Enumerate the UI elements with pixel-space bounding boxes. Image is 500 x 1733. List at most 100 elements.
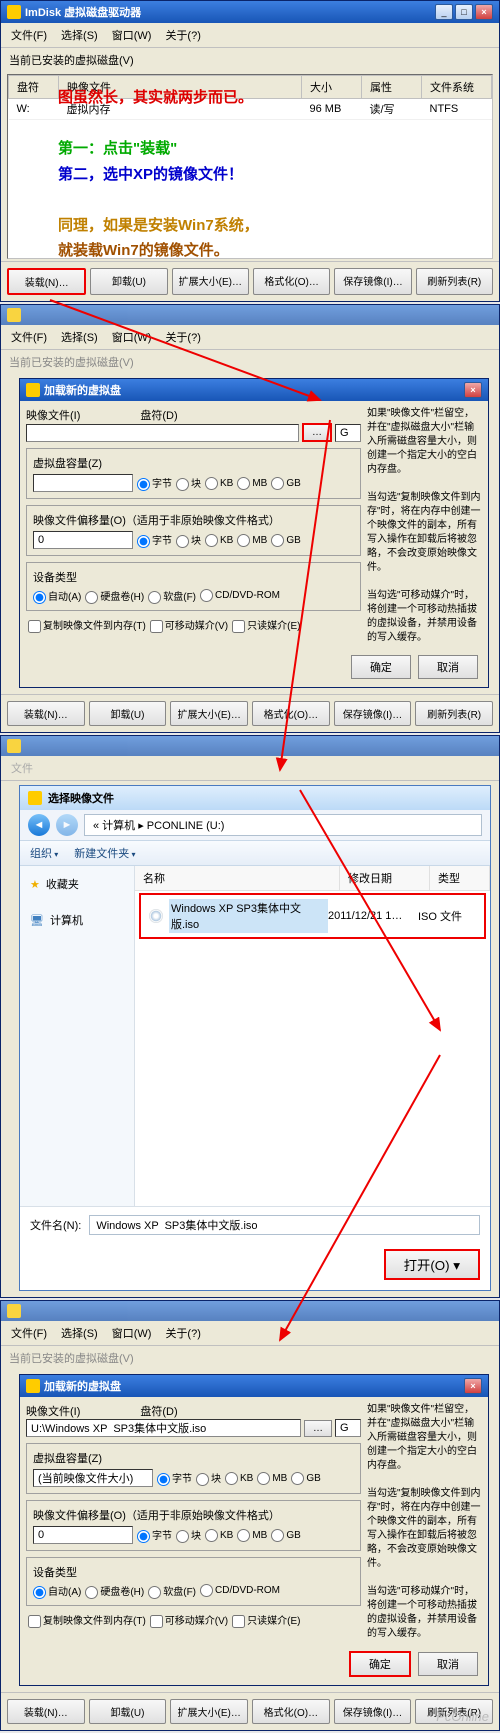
- maximize-button[interactable]: □: [455, 4, 473, 20]
- refresh-button[interactable]: 刷新列表(R): [416, 268, 493, 295]
- readonly-checkbox[interactable]: [232, 620, 245, 633]
- device-type-fieldset: 设备类型 自动(A) 硬盘卷(H) 软盘(F) CD/DVD-ROM: [26, 562, 361, 611]
- breadcrumb[interactable]: « 计算机 ▸ PCONLINE (U:): [84, 814, 482, 836]
- button-row: 装载(N)… 卸载(U) 扩展大小(E)… 格式化(O)… 保存镜像(I)… 刷…: [1, 694, 499, 732]
- new-folder-button[interactable]: 新建文件夹: [74, 845, 135, 861]
- removable-checkbox[interactable]: [150, 620, 163, 633]
- filename-input[interactable]: [89, 1215, 480, 1235]
- sidebar-computer[interactable]: 🖥计算机: [20, 908, 134, 932]
- disk-list: 盘符 映像文件 大小 属性 文件系统 W: 虚拟内存 96 MB 读/写 NTF…: [7, 74, 493, 259]
- instruction-overlay: 图虽然长，其实就两步而已。 第一：点击"装载" 第二，选中XP的镜像文件！ 同理…: [58, 85, 259, 264]
- dialog-icon: [26, 383, 40, 397]
- col-drive[interactable]: 盘符: [9, 76, 59, 99]
- save-image-button[interactable]: 保存镜像(I)…: [334, 268, 411, 295]
- device-floppy-radio[interactable]: [148, 591, 161, 604]
- col-name[interactable]: 名称: [135, 866, 340, 890]
- cancel-button[interactable]: 取消: [418, 1652, 478, 1676]
- disc-icon: [149, 909, 163, 923]
- capacity-fieldset: 虚拟盘容量(Z) 字节 块 KB MB GB: [26, 448, 361, 499]
- unit-kb-radio[interactable]: [205, 477, 218, 490]
- col-size[interactable]: 大小: [302, 76, 362, 99]
- ok-button-final[interactable]: 确定: [349, 1651, 411, 1677]
- add-virtual-disk-dialog: 加载新的虚拟盘 × 映像文件(I) 盘符(D) … 虚拟盘容量(Z): [19, 378, 489, 688]
- dialog-icon: [26, 1379, 40, 1393]
- format-button[interactable]: 格式化(O)…: [253, 268, 330, 295]
- toolbar: 组织 新建文件夹: [20, 841, 490, 866]
- app-icon: [7, 308, 21, 322]
- filename-label: 文件名(N):: [30, 1217, 81, 1233]
- computer-icon: 🖥: [30, 914, 44, 927]
- image-file-label: 映像文件(I): [26, 407, 80, 423]
- device-auto-radio[interactable]: [33, 591, 46, 604]
- star-icon: ★: [30, 878, 40, 891]
- capacity-input[interactable]: [33, 474, 133, 492]
- sidebar-favorites[interactable]: ★收藏夹: [20, 872, 134, 896]
- file-date: 2011/12/21 1…: [328, 910, 418, 922]
- file-dialog-title: 选择映像文件: [48, 790, 114, 806]
- offset-label: 映像文件偏移量(O)（适用于非原始映像文件格式）: [33, 515, 280, 527]
- window-title: ImDisk 虚拟磁盘驱动器: [25, 4, 431, 20]
- browse-button[interactable]: …: [302, 423, 332, 442]
- device-hdd-radio[interactable]: [85, 591, 98, 604]
- col-attr[interactable]: 属性: [362, 76, 422, 99]
- sidebar: ★收藏夹 🖥计算机: [20, 866, 135, 1206]
- device-type-label: 设备类型: [33, 572, 77, 584]
- drive-letter-input[interactable]: [335, 1419, 361, 1437]
- offset-fieldset: 映像文件偏移量(O)（适用于非原始映像文件格式） 字节 块 KB MB GB: [26, 505, 361, 556]
- copy-to-mem-checkbox[interactable]: [28, 620, 41, 633]
- menu-window[interactable]: 窗口(W): [106, 25, 158, 45]
- unit-block-radio[interactable]: [176, 478, 189, 491]
- dialog-close-button[interactable]: ×: [464, 1378, 482, 1394]
- unit-mb-radio[interactable]: [237, 477, 250, 490]
- file-dialog-footer: 文件名(N):: [20, 1206, 490, 1243]
- add-virtual-disk-dialog-filled: 加载新的虚拟盘 × 映像文件(I) 盘符(D) … 虚拟盘容量(Z): [19, 1374, 489, 1686]
- imdisk-main-window: ImDisk 虚拟磁盘驱动器 _ □ × 文件(F) 选择(S) 窗口(W) 关…: [0, 0, 500, 302]
- drive-letter-input[interactable]: [335, 424, 361, 442]
- organize-button[interactable]: 组织: [30, 845, 58, 861]
- back-button[interactable]: ◄: [28, 814, 50, 836]
- col-type[interactable]: 类型: [430, 866, 490, 890]
- button-row: 装载(N)… 卸载(U) 扩展大小(E)… 格式化(O)… 保存镜像(I)… 刷…: [1, 261, 499, 301]
- titlebar: ImDisk 虚拟磁盘驱动器 _ □ ×: [1, 1, 499, 23]
- imdisk-window-4: 文件(F) 选择(S) 窗口(W) 关于(?) 当前已安装的虚拟磁盘(V) 加载…: [0, 1300, 500, 1731]
- forward-button[interactable]: ►: [56, 814, 78, 836]
- menu-select[interactable]: 选择(S): [55, 25, 104, 45]
- close-button[interactable]: ×: [475, 4, 493, 20]
- menu-about[interactable]: 关于(?): [159, 25, 206, 45]
- file-row-iso[interactable]: Windows XP SP3集体中文版.iso 2011/12/21 1… IS…: [139, 893, 486, 939]
- installed-disks-label: 当前已安装的虚拟磁盘(V): [1, 48, 499, 72]
- unit-byte-radio[interactable]: [137, 478, 150, 491]
- capacity-input-filled[interactable]: [33, 1469, 153, 1487]
- browse-button[interactable]: …: [304, 1420, 332, 1437]
- window-controls: _ □ ×: [435, 4, 493, 20]
- capacity-label: 虚拟盘容量(Z): [33, 458, 102, 470]
- file-dialog-titlebar: 选择映像文件: [20, 786, 490, 810]
- image-file-input[interactable]: [26, 424, 299, 442]
- offset-input[interactable]: [33, 531, 133, 549]
- unit-gb-radio[interactable]: [271, 477, 284, 490]
- mount-button[interactable]: 装载(N)…: [7, 268, 86, 295]
- col-date[interactable]: 修改日期: [340, 866, 430, 890]
- dialog-close-button[interactable]: ×: [464, 382, 482, 398]
- open-button[interactable]: 打开(O) ▾: [384, 1249, 480, 1280]
- nav-bar: ◄ ► « 计算机 ▸ PCONLINE (U:): [20, 810, 490, 841]
- minimize-button[interactable]: _: [435, 4, 453, 20]
- file-open-dialog: 选择映像文件 ◄ ► « 计算机 ▸ PCONLINE (U:) 组织 新建文件…: [19, 785, 491, 1291]
- device-cdrom-radio[interactable]: [200, 589, 213, 602]
- imdisk-window-2: 文件(F) 选择(S) 窗口(W) 关于(?) 当前已安装的虚拟磁盘(V) 加载…: [0, 304, 500, 733]
- imdisk-window-3: 文件 选择映像文件 ◄ ► « 计算机 ▸ PCONLINE (U:) 组织 新…: [0, 735, 500, 1298]
- dialog-title: 加载新的虚拟盘: [44, 382, 460, 398]
- dialog-icon: [28, 791, 42, 805]
- drive-letter-label: 盘符(D): [140, 407, 177, 423]
- cancel-button[interactable]: 取消: [418, 655, 478, 679]
- menu-file[interactable]: 文件(F): [5, 25, 53, 45]
- unmount-button[interactable]: 卸载(U): [90, 268, 167, 295]
- image-file-input-filled[interactable]: [26, 1419, 301, 1437]
- col-fs[interactable]: 文件系统: [422, 76, 492, 99]
- extend-button[interactable]: 扩展大小(E)…: [172, 268, 249, 295]
- dialog-titlebar: 加载新的虚拟盘 ×: [20, 379, 488, 401]
- menubar: 文件(F) 选择(S) 窗口(W) 关于(?): [1, 23, 499, 48]
- menubar: 文件(F) 选择(S) 窗口(W) 关于(?): [1, 325, 499, 350]
- ok-button[interactable]: 确定: [351, 655, 411, 679]
- help-panel: 如果"映像文件"栏留空，并在"虚拟磁盘大小"栏输入所需磁盘容量大小，则创建一个指…: [367, 407, 482, 645]
